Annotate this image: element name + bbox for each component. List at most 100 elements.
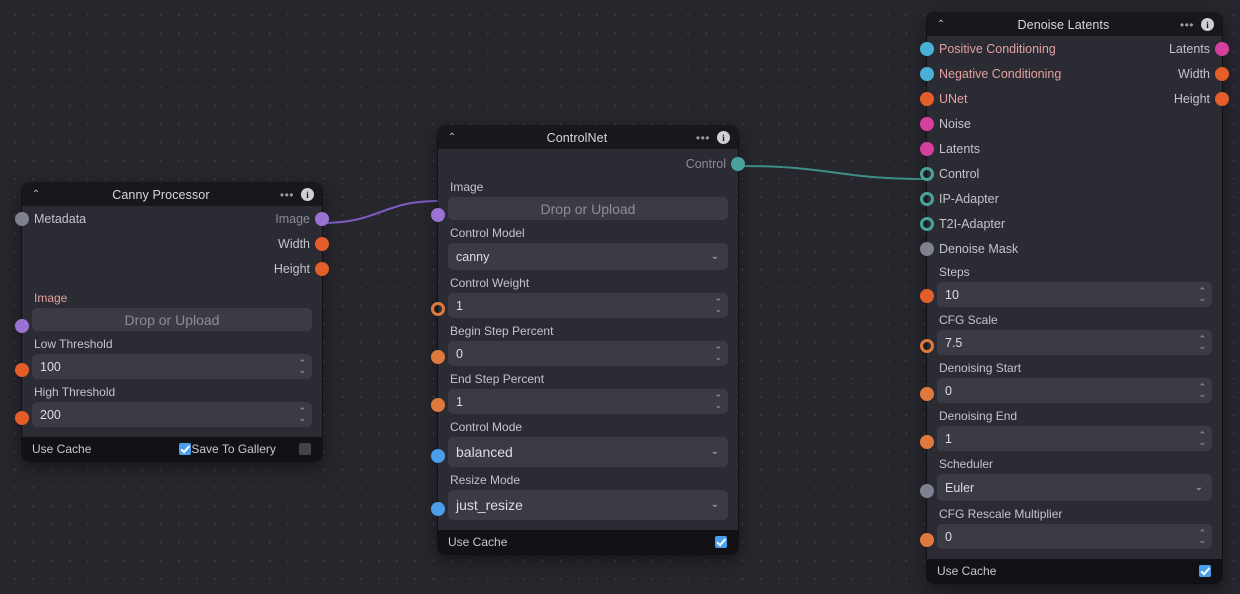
stepper-denoising-end[interactable]: ⌃ ⌄ bbox=[1198, 432, 1206, 446]
node-footer-controlnet: Use Cache bbox=[438, 530, 738, 554]
steps-input[interactable]: 10 ⌃ ⌄ bbox=[937, 282, 1212, 307]
field-denoising-end: Denoising End 1 ⌃ ⌄ bbox=[927, 407, 1222, 455]
input-handle-low-threshold[interactable] bbox=[15, 363, 29, 377]
input-handle-begin-step-percent[interactable] bbox=[431, 350, 445, 364]
low-threshold-input[interactable]: 100 ⌃ ⌄ bbox=[32, 354, 312, 379]
stepper-down-icon[interactable]: ⌄ bbox=[298, 415, 306, 422]
resize-mode-select[interactable]: just_resize ⌄ bbox=[448, 490, 728, 520]
input-handle-control-mode[interactable] bbox=[431, 449, 445, 463]
stepper-cfg-rescale-multiplier[interactable]: ⌃ ⌄ bbox=[1198, 530, 1206, 544]
scheduler-select[interactable]: Euler ⌄ bbox=[937, 474, 1212, 501]
image-drop-upload[interactable]: Drop or Upload bbox=[32, 308, 312, 331]
stepper-down-icon[interactable]: ⌄ bbox=[298, 367, 306, 374]
high-threshold-input[interactable]: 200 ⌃ ⌄ bbox=[32, 402, 312, 427]
info-icon[interactable]: i bbox=[717, 131, 730, 144]
use-cache-checkbox[interactable] bbox=[179, 443, 191, 455]
input-handle-image[interactable] bbox=[15, 319, 29, 333]
input-handle-latents[interactable] bbox=[920, 142, 934, 156]
field-label-cfg-rescale-multiplier: CFG Rescale Multiplier bbox=[937, 505, 1212, 524]
output-handle-height[interactable] bbox=[315, 262, 329, 276]
output-handle-image[interactable] bbox=[315, 212, 329, 226]
stepper-cfg-scale[interactable]: ⌃ ⌄ bbox=[1198, 336, 1206, 350]
input-handle-control[interactable] bbox=[920, 167, 934, 181]
output-handle-width[interactable] bbox=[1215, 67, 1229, 81]
node-canny-processor[interactable]: ⌃ Canny Processor ••• i Metadata Image W… bbox=[22, 183, 322, 461]
output-handle-latents[interactable] bbox=[1215, 42, 1229, 56]
stepper-down-icon[interactable]: ⌄ bbox=[1198, 343, 1206, 350]
stepper-down-icon[interactable]: ⌄ bbox=[714, 306, 722, 313]
input-handle-noise[interactable] bbox=[920, 117, 934, 131]
input-handle-steps[interactable] bbox=[920, 289, 934, 303]
chevron-up-icon[interactable]: ⌃ bbox=[30, 189, 42, 201]
node-header-denoise[interactable]: ⌃ Denoise Latents ••• i bbox=[927, 13, 1222, 36]
input-handle-denoising-end[interactable] bbox=[920, 435, 934, 449]
stepper-low-threshold[interactable]: ⌃ ⌄ bbox=[298, 360, 306, 374]
stepper-high-threshold[interactable]: ⌃ ⌄ bbox=[298, 408, 306, 422]
end-step-percent-input[interactable]: 1 ⌃ ⌄ bbox=[448, 389, 728, 414]
stepper-down-icon[interactable]: ⌄ bbox=[1198, 295, 1206, 302]
field-begin-step-percent: Begin Step Percent 0 ⌃ ⌄ bbox=[438, 322, 738, 370]
stepper-denoising-start[interactable]: ⌃ ⌄ bbox=[1198, 384, 1206, 398]
node-header-canny[interactable]: ⌃ Canny Processor ••• i bbox=[22, 183, 322, 206]
input-label-metadata: Metadata bbox=[34, 212, 86, 226]
input-handle-t2i-adapter[interactable] bbox=[920, 217, 934, 231]
cfg-rescale-multiplier-input[interactable]: 0 ⌃ ⌄ bbox=[937, 524, 1212, 549]
denoising-start-input[interactable]: 0 ⌃ ⌄ bbox=[937, 378, 1212, 403]
stepper-down-icon[interactable]: ⌄ bbox=[1198, 439, 1206, 446]
cfg-scale-input[interactable]: 7.5 ⌃ ⌄ bbox=[937, 330, 1212, 355]
input-handle-denoising-start[interactable] bbox=[920, 387, 934, 401]
end-step-percent-value: 1 bbox=[456, 395, 463, 409]
input-handle-unet[interactable] bbox=[920, 92, 934, 106]
stepper-begin-step-percent[interactable]: ⌃ ⌄ bbox=[714, 347, 722, 361]
control-model-value: canny bbox=[456, 250, 489, 264]
stepper-control-weight[interactable]: ⌃ ⌄ bbox=[714, 299, 722, 313]
input-handle-metadata[interactable] bbox=[15, 212, 29, 226]
output-handle-height[interactable] bbox=[1215, 92, 1229, 106]
chevron-down-icon[interactable]: ⌄ bbox=[711, 447, 719, 457]
input-handle-ip-adapter[interactable] bbox=[920, 192, 934, 206]
node-denoise-latents[interactable]: ⌃ Denoise Latents ••• i Positive Conditi… bbox=[927, 13, 1222, 583]
chevron-down-icon[interactable]: ⌄ bbox=[711, 500, 719, 510]
stepper-down-icon[interactable]: ⌄ bbox=[714, 402, 722, 409]
input-handle-denoise-mask[interactable] bbox=[920, 242, 934, 256]
input-handle-cfg-scale[interactable] bbox=[920, 339, 934, 353]
begin-step-percent-input[interactable]: 0 ⌃ ⌄ bbox=[448, 341, 728, 366]
control-mode-select[interactable]: balanced ⌄ bbox=[448, 437, 728, 467]
node-controlnet[interactable]: ⌃ ControlNet ••• i Control Image Drop or… bbox=[438, 126, 738, 554]
save-to-gallery-checkbox[interactable] bbox=[299, 443, 311, 455]
stepper-down-icon[interactable]: ⌄ bbox=[714, 354, 722, 361]
control-model-select[interactable]: canny ⌄ bbox=[448, 243, 728, 270]
stepper-down-icon[interactable]: ⌄ bbox=[1198, 391, 1206, 398]
use-cache-checkbox[interactable] bbox=[715, 536, 727, 548]
info-icon[interactable]: i bbox=[1201, 18, 1214, 31]
chevron-down-icon[interactable]: ⌄ bbox=[1195, 483, 1203, 493]
input-handle-cfg-rescale-multiplier[interactable] bbox=[920, 533, 934, 547]
output-handle-width[interactable] bbox=[315, 237, 329, 251]
stepper-steps[interactable]: ⌃ ⌄ bbox=[1198, 288, 1206, 302]
denoising-end-input[interactable]: 1 ⌃ ⌄ bbox=[937, 426, 1212, 451]
workflow-canvas[interactable]: ⌃ Canny Processor ••• i Metadata Image W… bbox=[0, 0, 1240, 594]
stepper-end-step-percent[interactable]: ⌃ ⌄ bbox=[714, 395, 722, 409]
input-handle-image[interactable] bbox=[431, 208, 445, 222]
input-handle-resize-mode[interactable] bbox=[431, 502, 445, 516]
info-icon[interactable]: i bbox=[301, 188, 314, 201]
stepper-down-icon[interactable]: ⌄ bbox=[1198, 537, 1206, 544]
input-handle-control-weight[interactable] bbox=[431, 302, 445, 316]
dots-icon[interactable]: ••• bbox=[696, 134, 710, 142]
dots-icon[interactable]: ••• bbox=[1180, 21, 1194, 29]
chevron-up-icon[interactable]: ⌃ bbox=[446, 132, 458, 144]
dots-icon[interactable]: ••• bbox=[280, 191, 294, 199]
chevron-up-icon[interactable]: ⌃ bbox=[935, 19, 947, 31]
image-drop-upload[interactable]: Drop or Upload bbox=[448, 197, 728, 220]
chevron-down-icon[interactable]: ⌄ bbox=[711, 252, 719, 262]
use-cache-checkbox[interactable] bbox=[1199, 565, 1211, 577]
input-handle-end-step-percent[interactable] bbox=[431, 398, 445, 412]
output-label-image: Image bbox=[275, 212, 310, 226]
input-handle-negative-conditioning[interactable] bbox=[920, 67, 934, 81]
control-weight-input[interactable]: 1 ⌃ ⌄ bbox=[448, 293, 728, 318]
node-header-controlnet[interactable]: ⌃ ControlNet ••• i bbox=[438, 126, 738, 149]
input-handle-high-threshold[interactable] bbox=[15, 411, 29, 425]
input-handle-positive-conditioning[interactable] bbox=[920, 42, 934, 56]
input-handle-scheduler[interactable] bbox=[920, 484, 934, 498]
output-handle-control[interactable] bbox=[731, 157, 745, 171]
